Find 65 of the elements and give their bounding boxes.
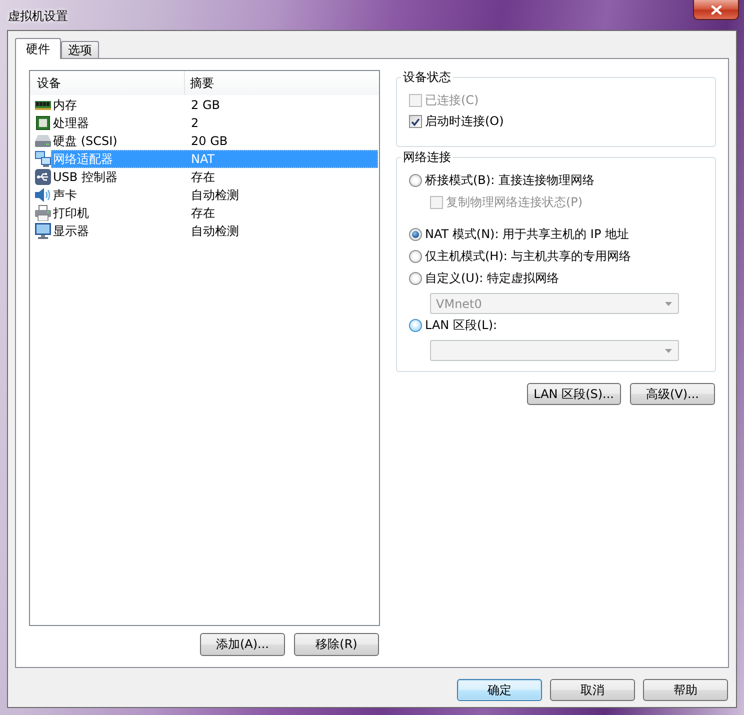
radio-label: 仅主机模式(H): 与主机共享的专用网络 [425, 248, 632, 264]
radio-button[interactable] [409, 250, 422, 262]
checkbox[interactable] [409, 115, 422, 128]
device-summary: NAT [191, 152, 215, 166]
button[interactable]: 取消 [550, 679, 635, 701]
group-title: 设备状态 [402, 70, 452, 84]
device-name: 内存 [52, 96, 78, 114]
group-title: 网络连接 [402, 150, 452, 164]
button[interactable]: 确定 [457, 679, 542, 701]
button[interactable]: LAN 区段(S)... [526, 383, 621, 405]
device-row[interactable]: 声卡 自动检测 [51, 186, 378, 204]
device-summary: 20 GB [191, 134, 228, 148]
device-name: 打印机 [52, 204, 90, 222]
device-summary: 2 GB [191, 98, 220, 112]
button[interactable]: 高级(V)... [630, 383, 715, 405]
monitor-icon [35, 223, 51, 239]
device-summary: 自动检测 [191, 222, 239, 240]
device-summary: 存在 [191, 204, 215, 222]
device-summary: 存在 [191, 168, 215, 186]
device-row[interactable]: 处理器 2 [51, 114, 378, 132]
hard-drive-icon [35, 135, 51, 147]
radio-label: LAN 区段(L): [425, 316, 498, 334]
radio-button[interactable] [409, 318, 422, 332]
device-row[interactable]: 内存 2 GB [51, 96, 378, 114]
checkbox-label: 复制物理网络连接状态(P) [446, 194, 583, 210]
close-button[interactable] [693, 0, 739, 20]
radio-label: 桥接模式(B): 直接连接物理网络 [425, 172, 594, 188]
device-row[interactable]: USB 控制器 存在 [51, 168, 378, 186]
two-monitors-icon [35, 151, 51, 167]
checkbox-label: 已连接(C) [425, 92, 479, 109]
button[interactable]: 帮助 [643, 679, 728, 701]
checkmark-icon [411, 118, 420, 126]
radio-button[interactable] [409, 228, 422, 240]
tab[interactable]: 选项 [61, 41, 99, 58]
device-name: 网络适配器 [52, 150, 114, 168]
radio-dot-icon [412, 230, 419, 238]
usb-icon [35, 169, 51, 185]
speaker-icon [35, 187, 51, 203]
tab[interactable]: 硬件 [15, 38, 61, 59]
radio-button[interactable] [409, 174, 422, 186]
window-title: 虚拟机设置 [8, 9, 68, 23]
column-header[interactable]: 摘要 [185, 71, 214, 95]
device-name: 硬盘 (SCSI) [52, 132, 118, 150]
device-summary: 自动检测 [191, 186, 239, 204]
radio-label: NAT 模式(N): 用于共享主机的 IP 地址 [425, 226, 629, 242]
device-name: 显示器 [52, 222, 90, 240]
column-header[interactable]: 设备 [30, 71, 185, 95]
close-icon [710, 4, 722, 14]
ram-module-icon [35, 100, 51, 110]
dropdown-arrow-icon [665, 302, 672, 306]
chip-icon [36, 116, 50, 130]
radio-button[interactable] [409, 272, 422, 284]
button[interactable]: 移除(R) [294, 633, 379, 656]
device-summary: 2 [191, 116, 199, 130]
dropdown-arrow-icon [665, 348, 672, 352]
device-name: 处理器 [52, 114, 90, 132]
printer-icon [35, 205, 51, 221]
device-name: 声卡 [52, 186, 78, 204]
checkbox-label: 启动时连接(O) [425, 113, 504, 130]
device-name: USB 控制器 [52, 168, 118, 186]
device-row[interactable]: 打印机 存在 [51, 204, 378, 222]
button[interactable]: 添加(A)... [200, 633, 285, 656]
device-row[interactable]: 硬盘 (SCSI) 20 GB [51, 132, 378, 150]
radio-label: 自定义(U): 特定虚拟网络 [425, 270, 560, 286]
device-row[interactable]: 显示器 自动检测 [51, 222, 378, 240]
